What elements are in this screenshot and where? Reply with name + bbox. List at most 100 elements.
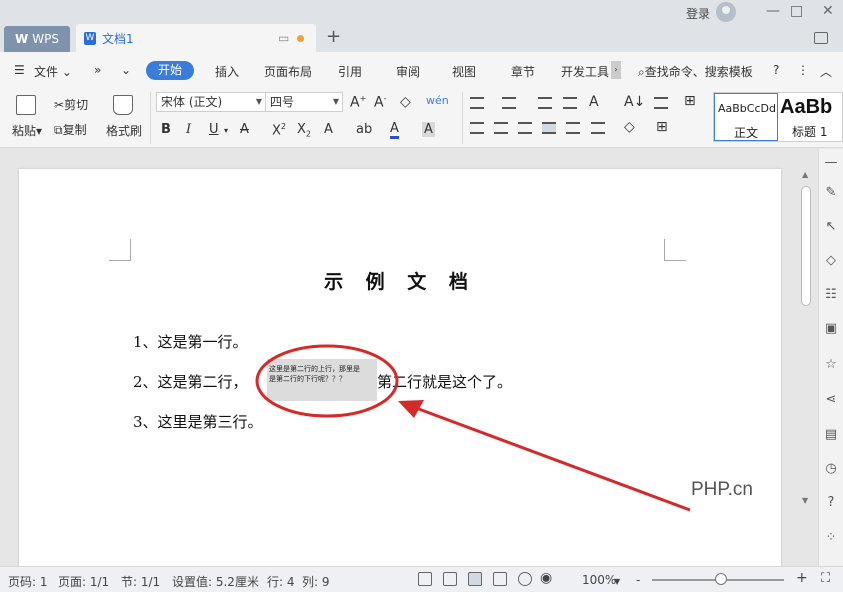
document-page[interactable]: 示 例 文 档 1、这是第一行。 2、这是第二行， 这里是第二行的上行，那里是 … [19,169,781,566]
menu-tab-insert[interactable]: 插入 [215,63,239,80]
more-options-icon[interactable]: ⋮ [797,63,809,77]
decrease-font-icon[interactable]: A- [374,94,386,111]
style-normal[interactable]: AaBbCcDd 正文 [714,93,778,141]
menu-tab-layout[interactable]: 页面布局 [264,63,312,80]
maximize-icon[interactable]: □ [790,3,803,19]
shading-icon[interactable]: ◇ [624,119,635,135]
font-size-select[interactable]: 四号 ▼ [265,92,343,112]
fullscreen-icon[interactable] [418,572,432,586]
cursor-icon[interactable]: ↖ [823,219,839,235]
align-right-icon[interactable] [518,122,532,134]
chevron-down-icon[interactable]: ⌄ [121,63,131,77]
subscript-icon[interactable]: X2 [297,122,311,139]
hamburger-icon[interactable]: ☰ [14,63,25,77]
zoom-out-button[interactable]: - [636,573,640,587]
line-spacing-icon[interactable] [654,97,668,109]
collapse-ribbon-icon[interactable]: ︿ [820,63,832,80]
status-page-number[interactable]: 页码: 1 [8,573,48,590]
align-left-icon[interactable] [470,122,484,134]
decrease-indent-icon[interactable] [538,97,552,109]
page-view-icon[interactable] [468,572,482,586]
copy-button[interactable]: ⧉复制 [54,121,87,138]
archive-icon[interactable]: ▤ [823,427,839,443]
history-icon[interactable]: ◷ [823,461,839,477]
login-button[interactable]: 登录 [686,5,710,22]
strikethrough-icon[interactable]: A [240,122,249,137]
image-icon[interactable]: ▣ [823,321,839,337]
cut-button[interactable]: ✂剪切 [54,96,88,113]
document-tab[interactable]: W 文档1 ▭ [76,24,316,52]
font-color-icon[interactable]: A [390,122,399,139]
menu-tab-review[interactable]: 审阅 [396,63,420,80]
star-icon[interactable]: ☆ [823,357,839,373]
minimize-icon[interactable]: — [766,3,780,19]
pen-icon[interactable]: ✎ [823,185,839,201]
justify-icon[interactable] [542,122,556,134]
scroll-thumb[interactable] [801,186,811,306]
border-icon[interactable]: ⊞ [684,93,696,109]
monitor-icon[interactable]: ▭ [278,31,289,45]
menu-tab-chapter[interactable]: 章节 [511,63,535,80]
two-line-inline-text[interactable]: 这里是第二行的上行，那里是 是第二行的下行呢？？？ [267,359,377,401]
menu-scroll-right-icon[interactable]: › [611,61,621,79]
outline-view-icon[interactable] [493,572,507,586]
character-shading-icon[interactable]: A [422,122,435,137]
chevron-down-icon[interactable]: ▾ [224,126,228,135]
collapse-sidebar-icon[interactable]: — [823,155,839,171]
help-icon[interactable]: ? [773,63,779,77]
paragraph-spacing-icon[interactable] [591,122,605,134]
phonetic-guide-icon[interactable]: wén [426,94,449,107]
new-tab-button[interactable]: + [326,26,341,47]
format-painter-icon[interactable] [113,95,133,115]
increase-font-icon[interactable]: A+ [350,94,366,111]
share-icon[interactable]: ⋖ [823,392,839,408]
close-icon[interactable]: ✕ [822,3,834,19]
shapes-icon[interactable]: ◇ [823,253,839,269]
menu-tab-references[interactable]: 引用 [338,63,362,80]
scroll-down-icon[interactable]: ▼ [802,496,808,505]
italic-button[interactable]: I [186,122,191,137]
underline-button[interactable]: U [209,122,219,137]
numbered-list-icon[interactable] [502,97,516,109]
command-search[interactable]: ⌕查找命令、搜索模板 [638,63,753,80]
sidebar-toggle-icon[interactable] [814,32,828,44]
paste-button[interactable]: 粘贴▾ [12,122,42,139]
font-name-select[interactable]: 宋体 (正文) ▼ [156,92,266,112]
table-border-icon[interactable]: ⊞ [656,119,668,135]
sort-icon[interactable]: A↓ [624,94,645,110]
align-center-icon[interactable] [494,122,508,134]
reading-view-icon[interactable] [443,572,457,586]
bullet-list-icon[interactable] [470,97,484,109]
distribute-icon[interactable] [566,122,580,134]
bold-button[interactable]: B [161,122,171,137]
eye-protection-icon[interactable]: ◉ [540,570,552,586]
scroll-up-icon[interactable]: ▲ [802,170,808,179]
status-setting[interactable]: 设置值: 5.2厘米 [172,573,259,590]
zoom-slider-thumb[interactable] [714,573,727,585]
paste-icon[interactable] [16,95,36,115]
settings-sliders-icon[interactable]: ☷ [823,287,839,303]
format-painter-button[interactable]: 格式刷 [106,122,142,139]
vertical-scrollbar[interactable]: ▲ ▼ [797,170,815,505]
fit-window-icon[interactable]: ⛶ [821,571,830,586]
style-heading-1[interactable]: AaBb 标题 1 [780,93,843,141]
apps-grid-icon[interactable]: ⁘ [823,530,839,546]
wps-home-tab[interactable]: W WPS [4,26,70,52]
menu-tab-home[interactable]: 开始 [146,61,194,80]
help-circle-icon[interactable]: ? [823,495,839,511]
text-direction-icon[interactable]: A [589,94,599,110]
zoom-in-button[interactable]: + [796,570,808,586]
more-icon[interactable]: » [94,63,101,77]
avatar-icon[interactable] [716,2,736,22]
zoom-level[interactable]: 100% [582,573,616,587]
increase-indent-icon[interactable] [563,97,577,109]
menu-tab-developer[interactable]: 开发工具 [561,63,609,80]
chevron-down-icon[interactable]: ▼ [614,577,620,586]
highlight-icon[interactable]: ab [356,122,372,137]
web-view-icon[interactable] [518,572,532,586]
menu-file[interactable]: 文件 ⌄ [34,63,72,80]
text-effect-icon[interactable]: A [324,122,333,137]
superscript-icon[interactable]: X2 [272,122,286,138]
menu-tab-view[interactable]: 视图 [452,63,476,80]
clear-format-icon[interactable]: ◇ [400,94,411,110]
